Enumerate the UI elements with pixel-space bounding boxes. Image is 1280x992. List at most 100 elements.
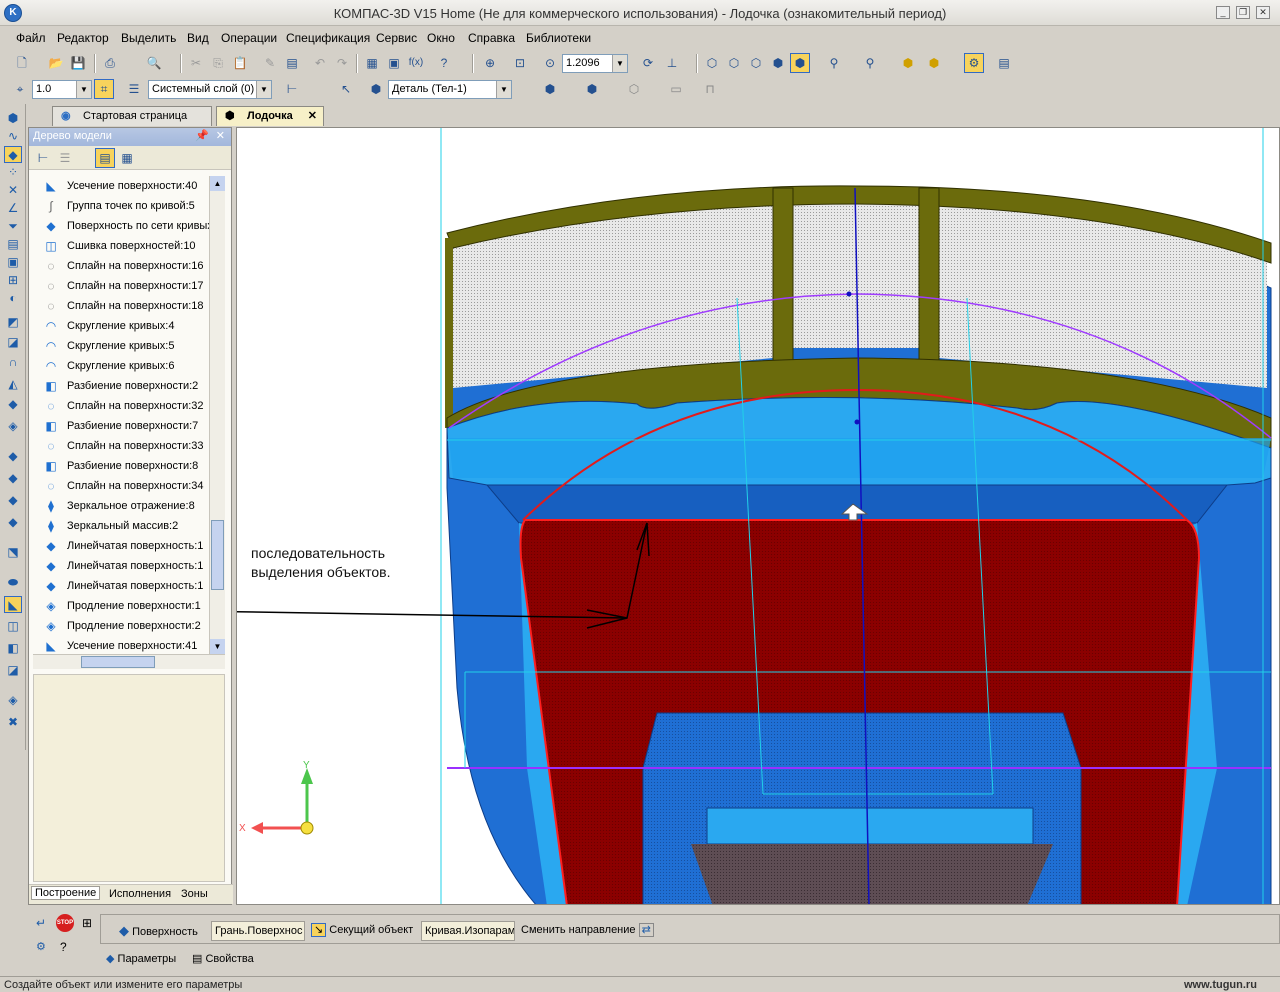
split-icon[interactable]: ⬔ <box>4 544 22 561</box>
tree-item[interactable]: ⧫ Зеркальный массив:2 <box>33 516 209 536</box>
rotate-surface-icon[interactable]: ◪ <box>4 334 22 351</box>
function-icon[interactable]: f(x) <box>406 53 426 73</box>
menu-service[interactable]: Сервис <box>376 31 417 45</box>
offset-surface-icon[interactable]: ◆ <box>4 448 22 465</box>
tab-construction[interactable]: Построение <box>31 886 101 900</box>
print-icon[interactable]: ⎙ <box>100 53 120 73</box>
halftone-icon[interactable]: ⬢ <box>768 53 788 73</box>
patch-surface-icon[interactable]: ◆ <box>4 396 22 413</box>
filters-icon[interactable]: ⏷ <box>4 218 22 235</box>
tab-versions[interactable]: Исполнения <box>109 888 171 900</box>
tree-vertical-scrollbar[interactable]: ▲ ▼ <box>209 176 225 654</box>
surfaces-icon[interactable]: ◆ <box>4 146 22 163</box>
tree-item[interactable]: ◫ Сшивка поверхностей:10 <box>33 236 209 256</box>
spec-icon[interactable]: ▤ <box>4 236 22 253</box>
filter-icon[interactable]: ⚲ <box>824 53 844 73</box>
trim-surface-icon[interactable]: ◣ <box>4 596 22 613</box>
cut-icon[interactable]: ✂ <box>186 53 206 73</box>
tree-item[interactable]: ◠ Скругление кривых:4 <box>33 316 209 336</box>
tree-item[interactable]: ◧ Разбиение поверхности:8 <box>33 456 209 476</box>
direction-toggle-icon[interactable]: ⇄ <box>638 923 654 937</box>
section-icon[interactable]: ⬢ <box>898 53 918 73</box>
local-cs-icon[interactable]: ⌖ <box>10 79 30 99</box>
arrays-icon[interactable]: ⊞ <box>4 272 22 289</box>
tree-item[interactable]: ◌ Сплайн на поверхности:16 <box>33 256 209 276</box>
tree-item[interactable]: ◣ Усечение поверхности:41 <box>33 636 209 654</box>
ruled-surface-icon[interactable]: ◆ <box>4 470 22 487</box>
surface-param[interactable]: ◆ Поверхность <box>119 923 198 943</box>
delete-faces-icon[interactable]: ✖ <box>4 714 22 731</box>
save-icon[interactable]: 💾 <box>68 53 88 73</box>
scroll-down-icon[interactable]: ▼ <box>210 639 225 654</box>
tab-parameters[interactable]: ◆ Параметры <box>106 952 176 965</box>
copy-icon[interactable]: ⎘ <box>208 53 228 73</box>
mesh-surface-icon[interactable]: ◈ <box>4 418 22 435</box>
mass-icon[interactable]: ▭ <box>666 79 686 99</box>
menu-help[interactable]: Справка <box>468 31 515 45</box>
tree-item[interactable]: ⧫ Зеркальное отражение:8 <box>33 496 209 516</box>
variables-icon[interactable]: ▣ <box>384 53 404 73</box>
patch-icon[interactable]: ◆ <box>4 492 22 509</box>
maximize-button[interactable]: ❐ <box>1236 6 1250 19</box>
model-viewport[interactable]: последовательность выделения объектов. X… <box>236 127 1280 905</box>
part-combo[interactable]: Деталь (Тел-1) ▼ <box>388 80 512 99</box>
loft-surface-icon[interactable]: ◭ <box>4 376 22 393</box>
tab-lodochka[interactable]: ⬢ Лодочка ✕ <box>216 106 324 126</box>
kinematic-surface-icon[interactable]: ∩ <box>4 354 22 371</box>
tree-structure-icon[interactable]: ⊢ <box>33 148 53 168</box>
tree-item[interactable]: ◠ Скругление кривых:6 <box>33 356 209 376</box>
enter-icon[interactable]: ↵ <box>36 916 46 930</box>
tree-item[interactable]: ∫ Группа точек по кривой:5 <box>33 196 209 216</box>
change-direction-param[interactable]: Сменить направление ⇄ <box>521 923 654 943</box>
close-panel-icon[interactable]: ✕ <box>216 129 225 142</box>
menu-window[interactable]: Окно <box>427 31 455 45</box>
tree-view-icon[interactable]: ▤ <box>95 148 115 168</box>
zoom-scale-icon[interactable]: ⊙ <box>540 53 560 73</box>
tree-detail-icon[interactable]: ▦ <box>117 148 137 168</box>
edit-component-icon[interactable]: ⬢ <box>582 79 602 99</box>
open-file-icon[interactable]: 📂 <box>46 53 66 73</box>
part-icon[interactable]: ⬢ <box>366 79 386 99</box>
reports-icon[interactable]: ▣ <box>4 254 22 271</box>
panel-icon[interactable]: ▤ <box>994 53 1014 73</box>
tree-item[interactable]: ◆ Поверхность по сети кривых <box>33 216 209 236</box>
menu-libraries[interactable]: Библиотеки <box>526 31 591 45</box>
tree-item[interactable]: ◠ Скругление кривых:5 <box>33 336 209 356</box>
help-icon[interactable]: ? <box>60 940 67 954</box>
tree-item[interactable]: ◈ Продление поверхности:1 <box>33 596 209 616</box>
auxiliary-geometry-icon[interactable]: ✕ <box>4 182 22 199</box>
zoom-window-icon[interactable]: ⊡ <box>510 53 530 73</box>
zoom-combo[interactable]: 1.2096 ▼ <box>562 54 628 73</box>
scroll-up-icon[interactable]: ▲ <box>210 176 225 191</box>
light-icon[interactable]: ⬢ <box>924 53 944 73</box>
layer-icon[interactable]: ☰ <box>124 79 144 99</box>
halftone-edges-icon[interactable]: ⬢ <box>790 53 810 73</box>
tree-item[interactable]: ◧ Разбиение поверхности:7 <box>33 416 209 436</box>
measure-tool-icon[interactable]: ∠ <box>4 200 22 217</box>
orientation-icon[interactable]: ⊥ <box>662 53 682 73</box>
undo-icon[interactable]: ↶ <box>310 53 330 73</box>
scroll-thumb[interactable] <box>211 520 224 590</box>
tree-item[interactable]: ◈ Продление поверхности:2 <box>33 616 209 636</box>
extrude-surface-icon[interactable]: ◩ <box>4 314 22 331</box>
close-tab-icon[interactable]: ✕ <box>308 109 317 122</box>
wireframe-icon[interactable]: ⬡ <box>702 53 722 73</box>
show-all-icon[interactable]: ⚙ <box>964 53 984 73</box>
panel-options-icon[interactable]: ⚙ <box>36 940 46 953</box>
sheet-body-icon[interactable]: ◐ <box>4 290 22 307</box>
tree-horizontal-scrollbar[interactable] <box>33 654 225 669</box>
stop-icon[interactable]: STOP <box>56 914 74 932</box>
close-button[interactable]: ✕ <box>1256 6 1270 19</box>
scale-combo[interactable]: 1.0 ▼ <box>32 80 92 99</box>
tree-item[interactable]: ◌ Сплайн на поверхности:33 <box>33 436 209 456</box>
zoom-icon[interactable]: ⊕ <box>480 53 500 73</box>
extend-surface-icon[interactable]: ◫ <box>4 618 22 635</box>
menu-file[interactable]: Файл <box>16 31 46 45</box>
tab-zones[interactable]: Зоны <box>181 888 208 900</box>
snap-icon[interactable]: ⚲ <box>860 53 880 73</box>
tree-item[interactable]: ◌ Сплайн на поверхности:17 <box>33 276 209 296</box>
tree-item[interactable]: ◆ Линейчатая поверхность:1 <box>33 556 209 576</box>
tab-properties[interactable]: ▤ Свойства <box>192 952 254 965</box>
surface-field[interactable]: Грань.Поверхнос <box>211 921 305 941</box>
points-icon[interactable]: ⁘ <box>4 164 22 181</box>
